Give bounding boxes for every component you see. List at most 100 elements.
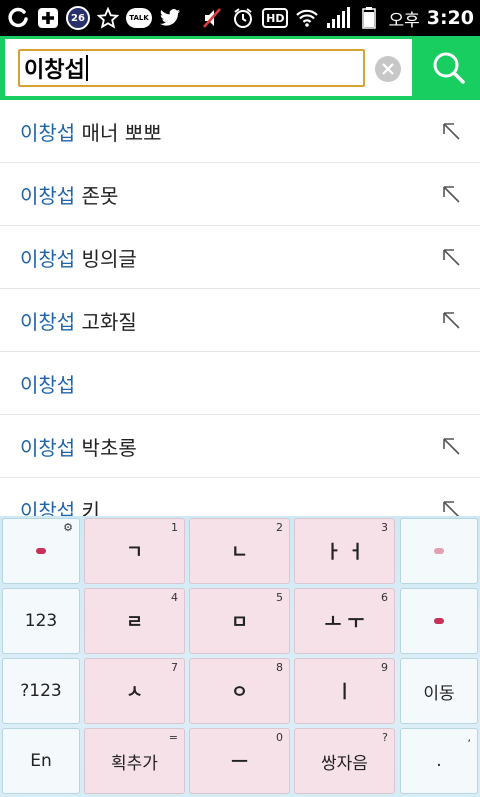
key-symbols[interactable]: ?123 (2, 658, 80, 724)
fill-query-arrow-icon[interactable] (442, 311, 460, 329)
suggestion-rest: 키 (75, 498, 100, 517)
suggestion-item[interactable]: 이창섭 (0, 352, 480, 415)
hd-voice-icon: HD (262, 8, 289, 28)
keyboard: ⚙ ㄱ 1 ㄴ 2 ㅏ ㅓ 3 123 ㄹ 4 ㅁ 5 ㅗ ㅜ 6 ?123 ㅅ 7 ㅇ 8 ㅣ 9 이동 En 획추가 = ㅡ 0… (0, 516, 480, 797)
key-siot[interactable]: ㅅ7 (84, 658, 185, 724)
ampm-label: 오후 (388, 10, 420, 31)
mute-icon (200, 6, 224, 30)
key-label: ㅇ (231, 682, 248, 703)
search-header: 이창섭 (0, 36, 480, 100)
key-english[interactable]: En (2, 728, 80, 794)
suggestion-rest: 빙의글 (75, 246, 137, 271)
olleh-icon (6, 6, 30, 30)
suggestion-keyword: 이창섭 (20, 120, 76, 145)
search-input[interactable]: 이창섭 (18, 49, 365, 87)
key-eu[interactable]: ㅡ0 (189, 728, 290, 794)
suggestion-rest: 고화질 (75, 309, 137, 334)
suggestion-text: 이창섭 빙의글 (20, 243, 137, 272)
suggestion-keyword: 이창섭 (20, 183, 76, 208)
suggestion-keyword: 이창섭 (20, 372, 76, 397)
key-hint: 1 (171, 521, 178, 534)
suggestion-keyword: 이창섭 (20, 246, 76, 271)
clock: 3:20 (426, 7, 474, 29)
suggestion-text: 이창섭 매너 뽀뽀 (20, 117, 162, 146)
key-add-stroke[interactable]: 획추가 = (84, 728, 185, 794)
key-hint: , (467, 731, 472, 744)
emoji-key[interactable]: ⚙ (2, 518, 80, 584)
twitter-icon (158, 6, 182, 30)
key-mieum[interactable]: ㅁ5 (189, 588, 290, 654)
delete-key[interactable] (400, 518, 478, 584)
key-label: ㅡ (231, 752, 248, 773)
wifi-icon (295, 6, 319, 30)
bow-icon (36, 548, 46, 554)
suggestion-text: 이창섭 고화질 (20, 306, 137, 335)
key-label: ?123 (20, 681, 62, 701)
enter-icon (434, 618, 444, 624)
battery-icon (357, 6, 381, 30)
plus-app-icon (36, 6, 60, 30)
suggestion-keyword: 이창섭 (20, 498, 76, 517)
key-hint: 2 (276, 521, 283, 534)
fill-query-arrow-icon[interactable] (442, 248, 460, 266)
key-move[interactable]: 이동 (400, 658, 478, 724)
key-label: ㅅ (126, 682, 143, 703)
key-hint: ⚙ (63, 521, 73, 534)
key-label: ㄴ (231, 542, 248, 563)
key-hint: 4 (171, 591, 178, 604)
key-rieul[interactable]: ㄹ4 (84, 588, 185, 654)
suggestion-item[interactable]: 이창섭 박초롱 (0, 415, 480, 478)
status-bar: 26 TALK HD 오후 3:20 (0, 0, 480, 36)
key-label: 이동 (423, 683, 455, 704)
key-hint: ? (382, 731, 388, 744)
alarm-icon (231, 6, 255, 30)
search-box: 이창섭 (5, 39, 412, 96)
key-label: ㅏ ㅓ (324, 542, 365, 563)
suggestion-item[interactable]: 이창섭 매너 뽀뽀 (0, 100, 480, 163)
key-nieun[interactable]: ㄴ2 (189, 518, 290, 584)
key-hint: 7 (171, 661, 178, 674)
suggestion-list: 이창섭 매너 뽀뽀 이창섭 존못 이창섭 빙의글 이창섭 고화질 이창섭 이창섭 박초롱 이… (0, 100, 480, 516)
suggestion-rest: 존못 (75, 183, 119, 208)
suggestion-text: 이창섭 키 (20, 495, 100, 517)
clear-search-button[interactable] (375, 56, 401, 82)
suggestion-item[interactable]: 이창섭 고화질 (0, 289, 480, 352)
key-giyeok[interactable]: ㄱ1 (84, 518, 185, 584)
kakaotalk-icon: TALK (126, 8, 152, 28)
suggestion-keyword: 이창섭 (20, 309, 76, 334)
search-query-text: 이창섭 (24, 58, 85, 83)
key-label: ㄹ (126, 612, 143, 633)
key-o-u[interactable]: ㅗ ㅜ 6 (294, 588, 395, 654)
suggestion-rest: 매너 뽀뽀 (75, 120, 162, 145)
fill-query-arrow-icon[interactable] (442, 500, 460, 516)
search-button[interactable] (418, 36, 480, 100)
key-a-eo[interactable]: ㅏ ㅓ 3 (294, 518, 395, 584)
notification-count-badge: 26 (66, 6, 90, 30)
key-label: . (436, 751, 442, 771)
key-i[interactable]: ㅣ9 (294, 658, 395, 724)
key-hint: 9 (381, 661, 388, 674)
key-hint: 8 (276, 661, 283, 674)
delete-icon (434, 548, 444, 554)
key-label: ㅗ ㅜ (324, 612, 365, 633)
suggestion-item[interactable]: 이창섭 키 (0, 478, 480, 516)
enter-key[interactable] (400, 588, 478, 654)
key-label: 쌍자음 (321, 753, 368, 774)
suggestion-text: 이창섭 존못 (20, 180, 118, 209)
key-label: ㅣ (336, 682, 353, 703)
key-double-consonant[interactable]: 쌍자음? (294, 728, 395, 794)
key-ieung[interactable]: ㅇ8 (189, 658, 290, 724)
fill-query-arrow-icon[interactable] (442, 185, 460, 203)
key-hint: 0 (276, 731, 283, 744)
key-label: ㅁ (231, 612, 248, 633)
key-label: 123 (24, 611, 58, 631)
suggestion-item[interactable]: 이창섭 빙의글 (0, 226, 480, 289)
fill-query-arrow-icon[interactable] (442, 122, 460, 140)
key-period[interactable]: ., (400, 728, 478, 794)
fill-query-arrow-icon[interactable] (442, 437, 460, 455)
key-label: ㄱ (126, 542, 143, 563)
key-123[interactable]: 123 (2, 588, 80, 654)
close-icon (382, 63, 394, 75)
search-icon (433, 52, 465, 84)
suggestion-item[interactable]: 이창섭 존못 (0, 163, 480, 226)
